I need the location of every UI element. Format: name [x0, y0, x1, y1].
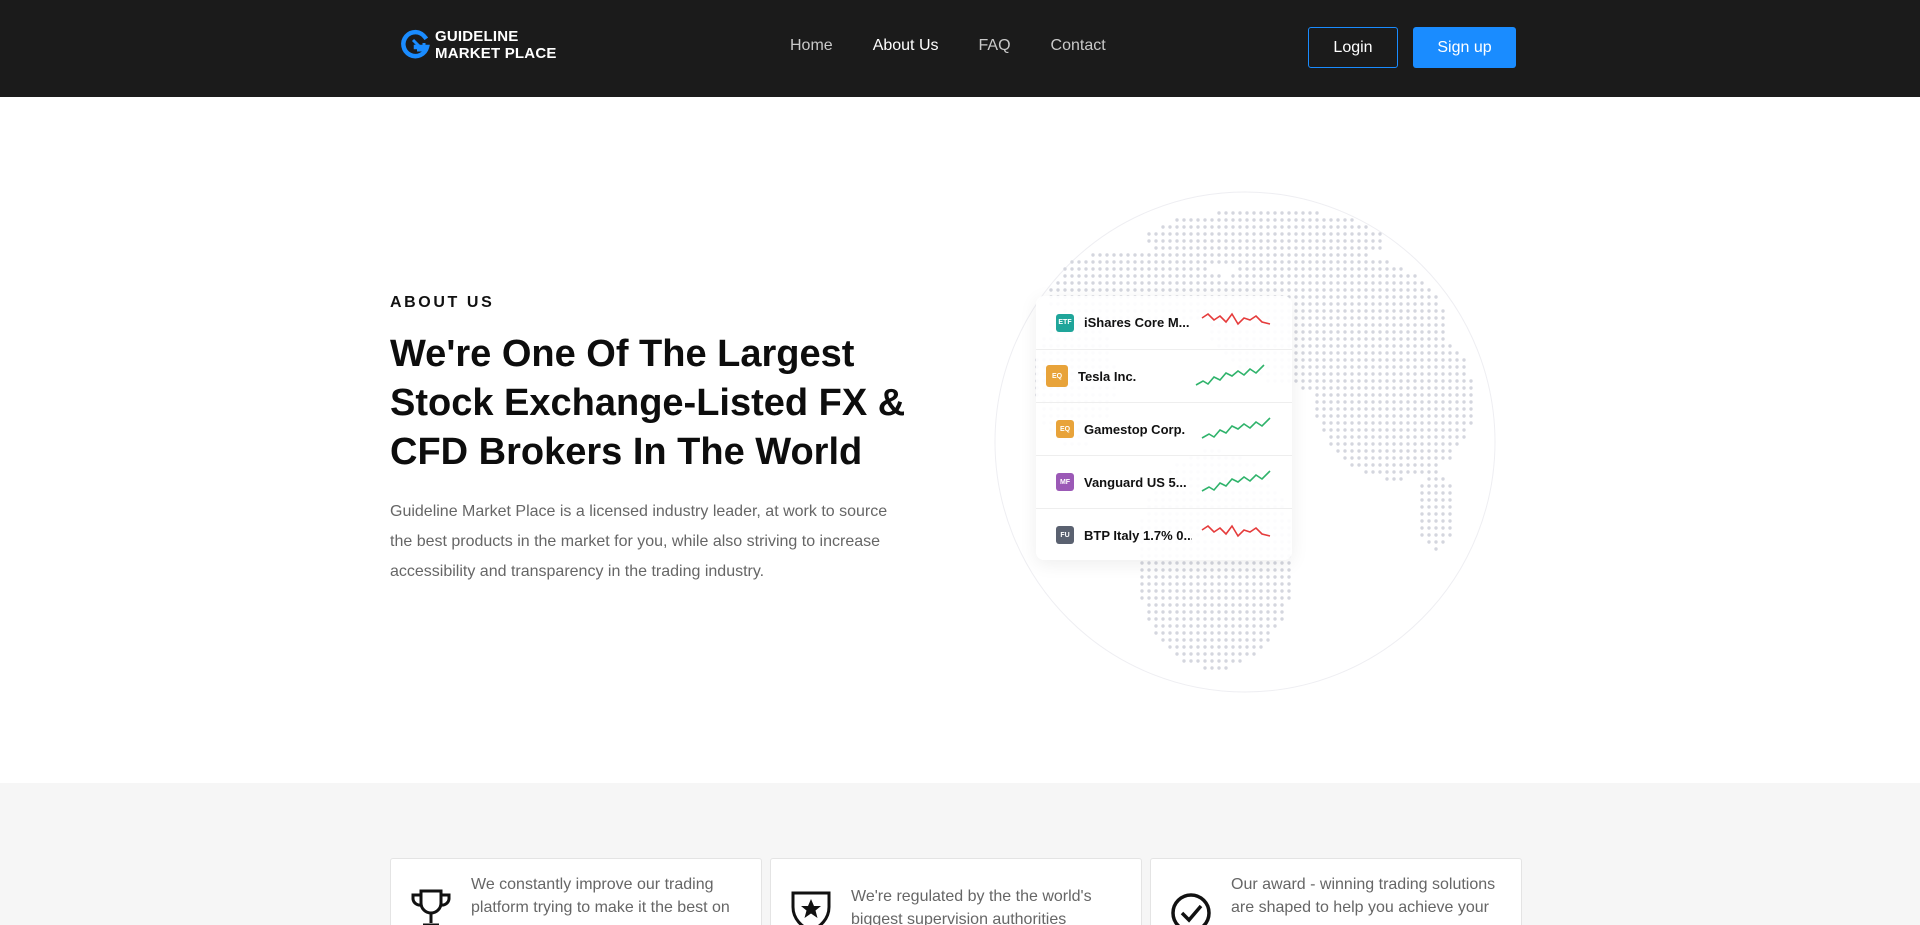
main-nav: Home About Us FAQ Contact: [790, 37, 1146, 55]
ticker-row[interactable]: MF Vanguard US 5...: [1036, 455, 1292, 508]
sparkline-chart: [1195, 364, 1265, 386]
shield-star-icon: [791, 891, 831, 925]
ticker-badge: EQ: [1046, 365, 1068, 387]
check-circle-icon: [1171, 893, 1211, 925]
ticker-name: BTP Italy 1.7% 0...: [1084, 527, 1192, 543]
feature-text: Our award - winning trading solutions ar…: [1231, 876, 1496, 916]
nav-home[interactable]: Home: [790, 37, 833, 55]
logo[interactable]: GUIDELINE MARKET PLACE: [399, 28, 557, 62]
sparkline-line: [1201, 312, 1271, 325]
ticker-row[interactable]: EQ Tesla Inc.: [1036, 349, 1292, 402]
site-header: GUIDELINE MARKET PLACE Home About Us FAQ…: [0, 0, 1920, 97]
ticker-card: ETF iShares Core M... EQ Tesla Inc. EQ G…: [1036, 296, 1292, 560]
login-button[interactable]: Login: [1308, 27, 1398, 68]
logo-line-2: MARKET PLACE: [435, 45, 557, 62]
feature-card: Our award - winning trading solutions ar…: [1150, 858, 1522, 925]
page-title: We're One Of The Largest Stock Exchange-…: [390, 333, 906, 473]
ticker-row[interactable]: EQ Gamestop Corp.: [1036, 402, 1292, 455]
logo-text: GUIDELINE MARKET PLACE: [435, 28, 557, 62]
ticker-name: Gamestop Corp.: [1084, 421, 1186, 437]
feature-text: We constantly improve our trading platfo…: [471, 876, 730, 916]
feature-card: We constantly improve our trading platfo…: [390, 858, 762, 925]
ticker-name: Vanguard US 5...: [1084, 474, 1187, 490]
sparkline-chart: [1201, 524, 1271, 538]
nav-contact[interactable]: Contact: [1051, 37, 1106, 55]
ticker-row[interactable]: FU BTP Italy 1.7% 0...: [1036, 508, 1292, 561]
logo-g-icon: [401, 29, 430, 59]
nav-about-us[interactable]: About Us: [873, 37, 939, 55]
sparkline-line: [1195, 364, 1265, 386]
logo-line-1: GUIDELINE: [435, 28, 519, 45]
sparkline-chart: [1201, 470, 1271, 492]
sparkline-chart: [1201, 417, 1271, 439]
sparkline-line: [1201, 470, 1271, 492]
feature-text: We're regulated by the the world's bigge…: [851, 888, 1092, 925]
ticker-name: iShares Core M...: [1084, 315, 1190, 330]
ticker-badge: MF: [1056, 473, 1074, 491]
sparkline-line: [1201, 524, 1271, 538]
ticker-badge: ETF: [1056, 313, 1074, 332]
ticker-badge: EQ: [1056, 420, 1074, 438]
trophy-icon: [411, 889, 451, 925]
sparkline-line: [1201, 417, 1271, 439]
feature-card: We're regulated by the the world's bigge…: [770, 858, 1142, 925]
signup-button[interactable]: Sign up: [1413, 27, 1516, 68]
hero-description: Guideline Market Place is a licensed ind…: [390, 503, 888, 580]
ticker-name: Tesla Inc.: [1078, 368, 1137, 384]
nav-faq[interactable]: FAQ: [979, 37, 1011, 55]
sparkline-chart: [1201, 312, 1271, 325]
ticker-badge: FU: [1056, 526, 1074, 544]
section-eyebrow: ABOUT US: [390, 294, 495, 311]
ticker-row[interactable]: ETF iShares Core M...: [1036, 296, 1292, 349]
